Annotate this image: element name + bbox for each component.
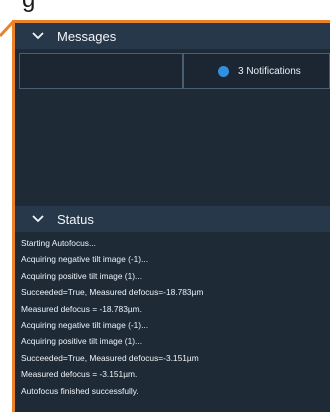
partial-heading-text: g	[22, 0, 35, 12]
log-line: Autofocus finished successfully.	[21, 385, 139, 396]
messages-section-header[interactable]: Messages	[15, 23, 330, 49]
messages-empty-cell	[19, 53, 183, 89]
status-title: Status	[57, 211, 94, 227]
log-panel: Messages 3 Notifications Status Starting…	[12, 20, 330, 412]
messages-title: Messages	[57, 28, 117, 44]
app-window: g Messages 3 Notifications Status Starti…	[0, 0, 330, 412]
status-log: Starting Autofocus... Acquiring negative…	[21, 235, 324, 399]
notifications-label: 3 Notifications	[238, 65, 301, 77]
messages-row: 3 Notifications	[19, 53, 330, 89]
notifications-button[interactable]: 3 Notifications	[183, 53, 330, 89]
log-line: Measured defocus = -18.783µm.	[21, 303, 142, 314]
log-line: Succeeded=True, Measured defocus=-18.783…	[21, 287, 204, 298]
chevron-down-icon[interactable]	[29, 27, 47, 45]
status-section-header[interactable]: Status	[15, 206, 330, 232]
log-line: Acquiring positive tilt image (1)...	[21, 336, 143, 347]
log-line: Succeeded=True, Measured defocus=-3.151µ…	[21, 352, 199, 363]
log-line: Acquiring negative tilt image (-1)...	[21, 320, 149, 331]
log-line: Starting Autofocus...	[21, 238, 96, 248]
log-line: Measured defocus = -3.151µm.	[21, 369, 138, 380]
log-line: Acquiring negative tilt image (-1)...	[21, 254, 149, 265]
chevron-down-icon[interactable]	[29, 210, 47, 228]
info-icon	[218, 65, 229, 77]
log-line: Acquiring positive tilt image (1)...	[21, 270, 143, 281]
